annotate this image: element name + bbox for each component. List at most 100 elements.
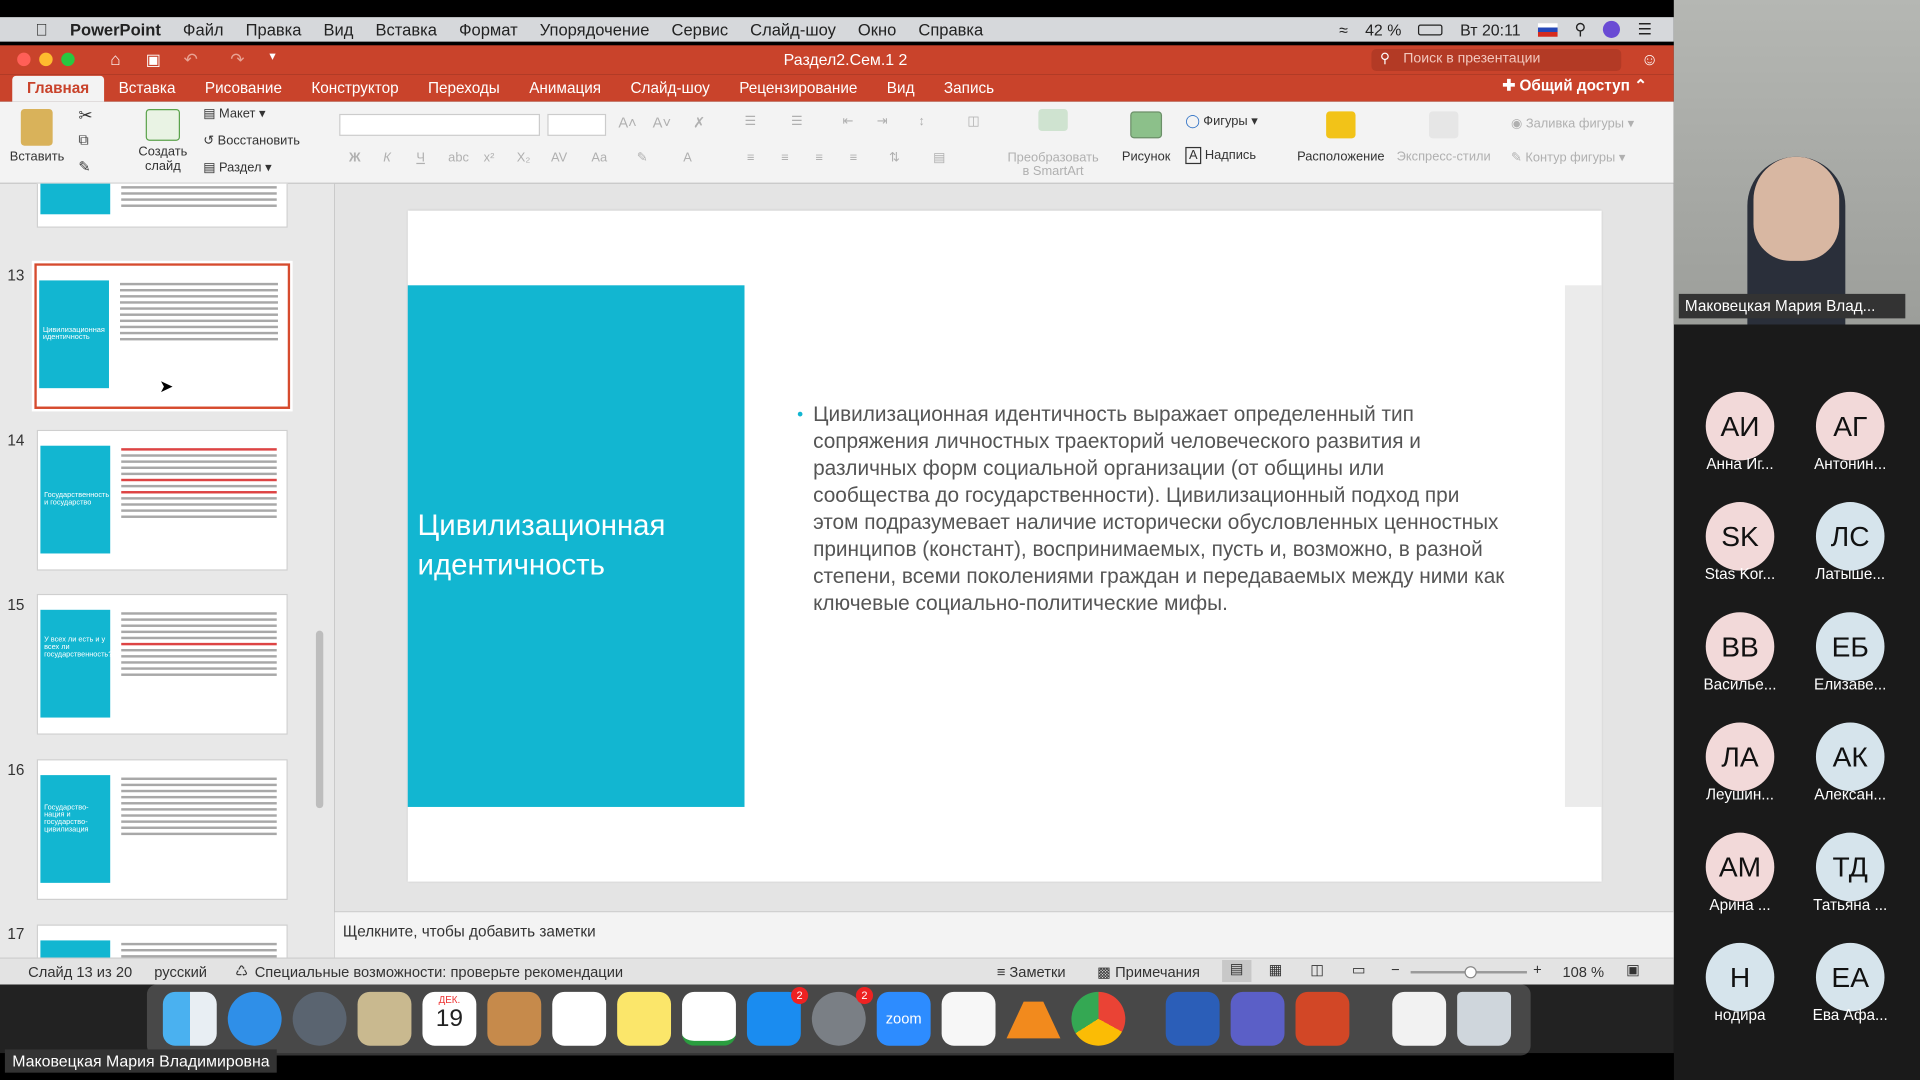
notes-app-icon[interactable]	[617, 991, 672, 1046]
slide-thumbnail-17[interactable]	[36, 924, 288, 958]
avatar[interactable]: АИ	[1705, 391, 1775, 461]
textbox-button[interactable]: A Надпись	[1185, 146, 1256, 165]
shape-outline-button[interactable]: ✎ Контур фигуры ▾	[1511, 151, 1625, 166]
slide-thumbnail-16[interactable]: Государство-нация и государство-цивилиза…	[36, 759, 288, 901]
tab-slideshow[interactable]: Слайд-шоу	[616, 80, 725, 102]
section-button[interactable]: ▤ Раздел ▾	[203, 160, 271, 175]
tab-insert[interactable]: Вставка	[104, 80, 190, 102]
trash-icon[interactable]	[1457, 991, 1512, 1046]
slideshow-view-icon[interactable]: ▭	[1352, 961, 1366, 978]
tab-home[interactable]: Главная	[12, 75, 104, 102]
copy-icon[interactable]: ⧉	[78, 131, 89, 149]
slide-thumbnail-13[interactable]: Цивилизационная идентичность ➤	[31, 260, 293, 412]
input-flag-icon[interactable]	[1537, 22, 1558, 37]
font-family-select[interactable]	[339, 113, 541, 136]
system-preferences-icon[interactable]: 2	[811, 986, 874, 1046]
align-text-icon[interactable]: ▤	[933, 151, 945, 166]
paste-button[interactable]: Вставить	[10, 108, 64, 164]
notes-button[interactable]: ≡ Заметки	[997, 964, 1066, 981]
tab-design[interactable]: Конструктор	[297, 80, 414, 102]
tab-draw[interactable]: Рисование	[190, 80, 296, 102]
increase-font-icon[interactable]: A˄	[618, 114, 636, 131]
menu-view[interactable]: Вид	[312, 20, 364, 38]
calendar-icon[interactable]: ДЕК. 19	[422, 991, 477, 1046]
layout-button[interactable]: ▤ Макет ▾	[203, 107, 265, 122]
avatar[interactable]: SK	[1705, 502, 1775, 571]
slide-body-text[interactable]: Цивилизационная идентичность выражает оп…	[813, 402, 1505, 618]
decrease-indent-icon[interactable]: ⇤	[842, 114, 853, 129]
slide-thumbnail-14[interactable]: Государственность и государство	[36, 429, 288, 571]
minimize-window-button[interactable]	[39, 52, 53, 67]
home-icon[interactable]: ⌂	[110, 49, 120, 69]
normal-view-icon[interactable]: ▤	[1222, 960, 1252, 983]
font-size-select[interactable]	[547, 113, 607, 136]
justify-icon[interactable]: ≡	[850, 151, 858, 166]
wifi-icon[interactable]: ≈	[1339, 20, 1348, 38]
vlc-icon[interactable]	[1006, 1001, 1061, 1039]
menu-app-name[interactable]: PowerPoint	[59, 20, 172, 38]
strikethrough-icon[interactable]: abc	[448, 151, 469, 166]
numbering-icon[interactable]: ☰	[791, 114, 803, 129]
font-color-icon[interactable]: A	[683, 151, 692, 166]
slide-thumbnail-15[interactable]: У всех ли есть и у всех ли государственн…	[36, 593, 288, 735]
control-center-icon[interactable]: ☰	[1638, 20, 1652, 40]
decrease-font-icon[interactable]: A˅	[653, 114, 671, 131]
redo-icon[interactable]: ↷	[230, 49, 244, 70]
downloads-stack-icon[interactable]	[1392, 991, 1447, 1046]
teams-icon[interactable]	[1230, 991, 1285, 1046]
menu-tools[interactable]: Сервис	[660, 20, 739, 38]
superscript-icon[interactable]: x²	[484, 151, 495, 166]
shape-fill-button[interactable]: ◉ Заливка фигуры ▾	[1511, 116, 1634, 131]
highlight-icon[interactable]: ✎	[637, 151, 648, 166]
avatar[interactable]: ВВ	[1705, 612, 1775, 681]
cut-icon[interactable]: ✂	[78, 105, 92, 126]
zoom-app-icon[interactable]: zoom	[876, 991, 931, 1046]
avatar[interactable]: ЕА	[1815, 942, 1885, 1012]
text-direction-icon[interactable]: ⇅	[889, 151, 900, 166]
slide-sorter-icon[interactable]: ▦	[1269, 961, 1283, 978]
clear-format-icon[interactable]: ✗	[693, 114, 705, 131]
notes-pane[interactable]: Щелкните, чтобы добавить заметки	[334, 911, 1674, 958]
zoom-out-icon[interactable]: −	[1391, 961, 1400, 978]
smartart-button[interactable]: Преобразовать в SmartArt	[1004, 108, 1102, 179]
increase-indent-icon[interactable]: ⇥	[877, 114, 888, 129]
mail-icon[interactable]	[357, 991, 412, 1046]
avatar[interactable]: АМ	[1705, 832, 1775, 902]
current-slide[interactable]: Цивилизационная идентичность • Цивилизац…	[407, 210, 1602, 882]
safari-icon[interactable]	[227, 991, 282, 1046]
zoom-level[interactable]: 108 %	[1562, 964, 1604, 981]
menu-slideshow[interactable]: Слайд-шоу	[739, 20, 847, 38]
tab-review[interactable]: Рецензирование	[725, 80, 873, 102]
document-icon[interactable]	[941, 991, 996, 1046]
slide-thumbnail-12[interactable]	[36, 183, 288, 228]
tab-record[interactable]: Запись	[929, 80, 1009, 102]
char-spacing-icon[interactable]: AV	[551, 151, 567, 166]
menu-insert[interactable]: Вставка	[364, 20, 447, 38]
change-case-icon[interactable]: Aa	[591, 151, 607, 166]
search-input[interactable]: Поиск в презентации	[1371, 48, 1622, 72]
zoom-in-icon[interactable]: +	[1533, 961, 1542, 978]
comments-button[interactable]: ▩ Примечания	[1097, 964, 1200, 981]
accessibility-icon[interactable]: ♺	[235, 962, 248, 979]
menu-window[interactable]: Окно	[847, 20, 907, 38]
italic-icon[interactable]: К	[383, 151, 391, 166]
avatar[interactable]: АГ	[1815, 391, 1885, 461]
tab-transitions[interactable]: Переходы	[413, 80, 514, 102]
shapes-button[interactable]: ◯ Фигуры ▾	[1185, 114, 1257, 129]
siri-icon[interactable]	[1603, 20, 1621, 38]
share-button[interactable]: ✚ Общий доступ ⌃	[1502, 76, 1647, 94]
spotlight-search-icon[interactable]: ⚲	[1574, 20, 1586, 40]
avatar[interactable]: ЛА	[1705, 722, 1775, 792]
new-slide-button[interactable]: Создать слайд	[132, 108, 193, 174]
bullets-icon[interactable]: ☰	[744, 114, 756, 129]
launchpad-icon[interactable]	[292, 991, 347, 1046]
finder-icon[interactable]	[162, 991, 217, 1046]
columns-icon[interactable]: ◫	[967, 114, 979, 129]
avatar[interactable]: АК	[1815, 722, 1885, 792]
arrange-button[interactable]: Расположение	[1296, 111, 1387, 164]
quick-styles-button[interactable]: Экспресс-стили	[1393, 111, 1493, 164]
apple-icon[interactable]: 	[24, 20, 58, 38]
save-icon[interactable]: ▣	[146, 50, 161, 70]
menu-help[interactable]: Справка	[907, 20, 994, 38]
bold-icon[interactable]: Ж	[349, 151, 361, 166]
